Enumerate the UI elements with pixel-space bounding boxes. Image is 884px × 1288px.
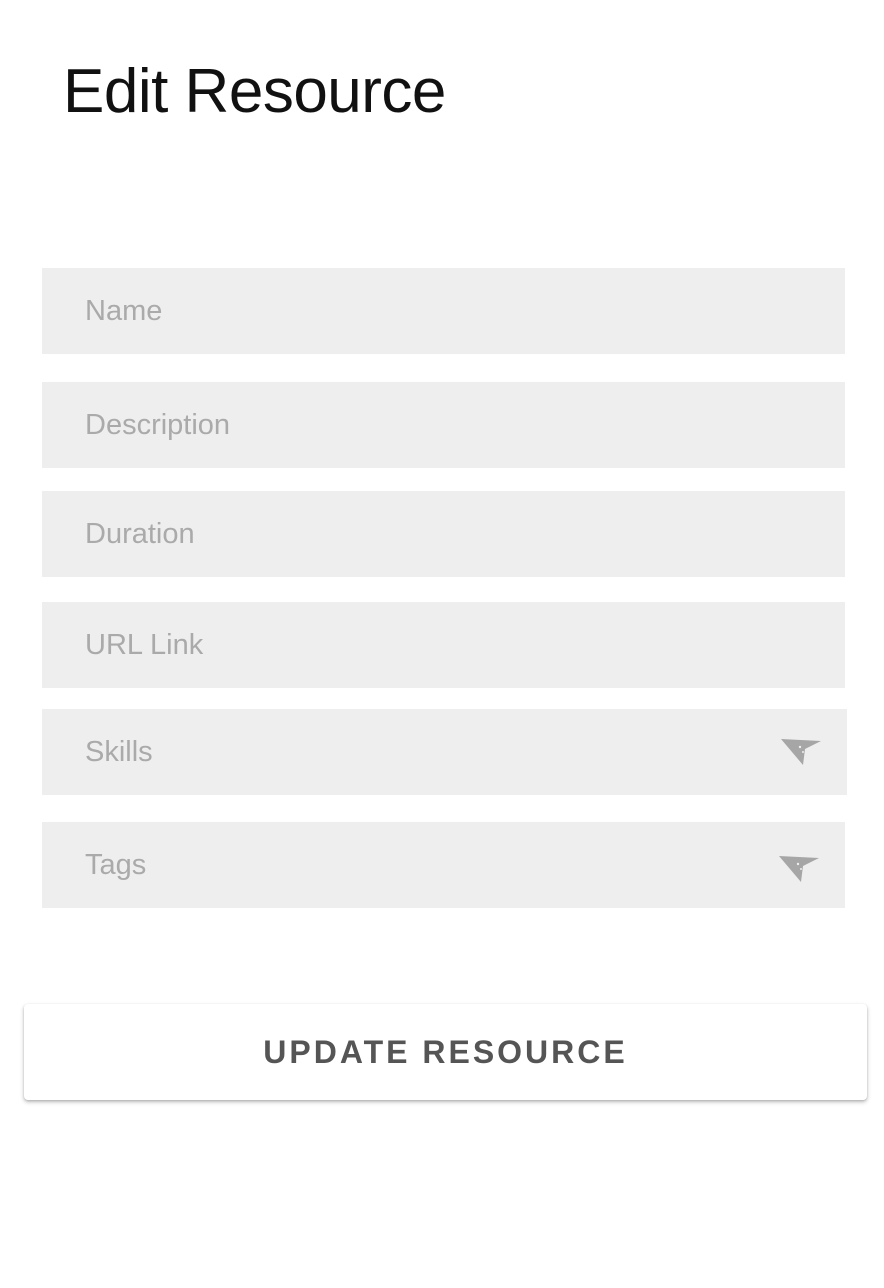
name-field-container (42, 268, 845, 354)
skills-select-label: Skills (85, 735, 153, 768)
name-input[interactable] (42, 268, 845, 354)
page-title: Edit Resource (63, 57, 446, 126)
description-field-container (42, 382, 845, 468)
duration-field-container (42, 491, 845, 577)
url-link-input[interactable] (42, 602, 845, 688)
duration-input[interactable] (42, 491, 845, 577)
chevron-down-icon (779, 856, 819, 882)
description-input[interactable] (42, 382, 845, 468)
tags-select-label: Tags (85, 848, 147, 881)
skills-select[interactable]: Skills (42, 709, 847, 795)
tags-select[interactable]: Tags (42, 822, 845, 908)
url-link-field-container (42, 602, 845, 688)
chevron-down-icon (781, 739, 821, 765)
update-resource-button[interactable]: UPDATE RESOURCE (24, 1004, 867, 1100)
